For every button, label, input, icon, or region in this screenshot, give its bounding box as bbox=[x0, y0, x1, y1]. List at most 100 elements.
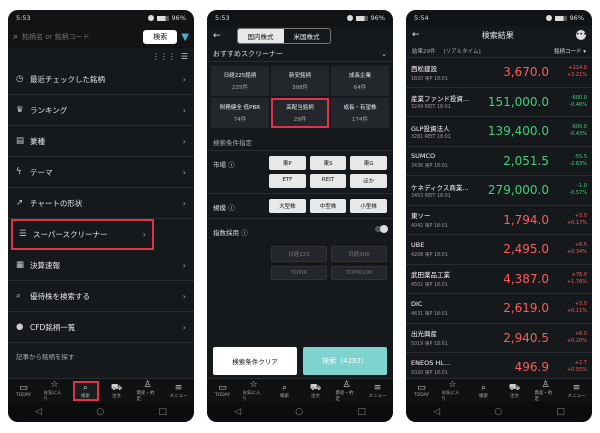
back-nav-icon[interactable]: ◁ bbox=[35, 407, 42, 417]
screener-card[interactable]: 成長企業 64件 bbox=[331, 66, 389, 96]
stock-name: 産業ファンド投資... bbox=[411, 95, 470, 104]
screener-count: 29件 bbox=[293, 117, 307, 123]
result-row[interactable]: GLP投資法人 3281 REIT 18:01 139,400.0 -600.0 -0.… bbox=[406, 117, 592, 147]
search-button[interactable]: 検索 bbox=[143, 30, 178, 44]
menu-item[interactable]: ◷ 最近チェックした銘柄 › bbox=[8, 64, 194, 95]
recent-nav-icon[interactable]: □ bbox=[556, 407, 565, 417]
nav-item[interactable]: ⛟ 注文 bbox=[106, 383, 128, 399]
nav-item-label: TODAY bbox=[214, 393, 231, 398]
recent-nav-icon[interactable]: □ bbox=[357, 407, 366, 417]
filter-chip[interactable]: 東G bbox=[350, 156, 387, 170]
filter-chip[interactable]: 大型株 bbox=[269, 199, 306, 213]
back-nav-icon[interactable]: ◁ bbox=[234, 407, 241, 417]
filter-chip[interactable]: 東P bbox=[269, 156, 306, 170]
nav-item[interactable]: ▭ TODAY bbox=[13, 383, 35, 398]
filter-chip[interactable]: 中型株 bbox=[309, 199, 347, 213]
nav-item[interactable]: ≡ メニュー bbox=[168, 383, 190, 399]
result-row[interactable]: SUMCO 3436 東P 18:01 2,051.5 -55.5 -2.63% bbox=[406, 147, 592, 176]
back-nav-icon[interactable]: ◁ bbox=[433, 407, 440, 417]
screener-card[interactable]: 新安銘柄 398件 bbox=[271, 66, 329, 96]
result-row[interactable]: ケネディクス商業... 3453 REIT 18:01 279,000.0 -1.0-… bbox=[406, 176, 592, 206]
menu-item-label: 最近チェックした銘柄 bbox=[30, 74, 105, 84]
stock-code: 5020 東P 18:01 bbox=[411, 370, 448, 376]
result-row[interactable]: 武田薬品工業 4502 東P 18:01 4,387.0 +76.0 +1.76% bbox=[406, 265, 592, 294]
result-row[interactable]: 出光興産 5019 東P 18:01 2,940.5 +6.0 +0.20% bbox=[406, 324, 592, 353]
menu-item[interactable]: ● CFD銘柄一覧 › bbox=[8, 312, 194, 343]
menu-item[interactable]: ↗ チャートの形状 › bbox=[8, 188, 194, 219]
notification-icon bbox=[545, 15, 552, 21]
nav-item[interactable]: ⛟ 注文 bbox=[504, 383, 526, 399]
menu-item[interactable]: ☰ スーパースクリーナー › bbox=[11, 219, 154, 250]
nav-item[interactable]: ☆ お気に入り bbox=[44, 380, 66, 402]
info-icon[interactable]: ⓘ bbox=[241, 229, 248, 237]
filter-chip[interactable]: 小型株 bbox=[350, 199, 387, 213]
nav-item[interactable]: ≡ メニュー bbox=[367, 383, 389, 399]
clear-conditions-button[interactable]: 検索条件クリア bbox=[213, 347, 297, 375]
result-row[interactable]: 西松建設 1820 東P 18:01 3,670.0 +114.0 +3.21% bbox=[406, 58, 592, 88]
grid-view-icon[interactable]: ⋮⋮⋮ bbox=[152, 52, 176, 61]
result-row[interactable]: 産業ファンド投資... 3249 REIT 18:01 151,000.0 -600.… bbox=[406, 88, 592, 117]
home-nav-icon[interactable]: ○ bbox=[494, 407, 502, 417]
home-nav-icon[interactable]: ○ bbox=[96, 407, 104, 417]
nav-item[interactable]: ♙ 資産・約定 bbox=[535, 380, 557, 402]
system-nav: ◁ ○ □ bbox=[8, 402, 194, 422]
index-toggle[interactable] bbox=[375, 225, 388, 233]
back-arrow-icon[interactable]: ← bbox=[213, 31, 221, 41]
nav-item-label: 検索 bbox=[81, 393, 90, 399]
filter-chip[interactable]: ETF bbox=[269, 174, 306, 188]
tab-domestic[interactable]: 国内株式 bbox=[237, 29, 284, 43]
menu-item-label: 業種 bbox=[30, 136, 45, 146]
recommended-screener-title[interactable]: おすすめスクリーナー ⌄ bbox=[207, 46, 393, 62]
bottom-nav: ▭ TODAY ☆ お気に入り ⌕ 検索 ⛟ 注文 ♙ 資産・約定 ≡ メニュー bbox=[406, 378, 592, 402]
menu-item[interactable]: ⌕ 優待株を検索する › bbox=[8, 281, 194, 312]
filter-chip[interactable]: REIT bbox=[309, 174, 347, 188]
nav-item[interactable]: ☆ お気に入り bbox=[442, 380, 464, 402]
back-arrow-icon[interactable]: ← bbox=[412, 30, 420, 40]
nav-item[interactable]: ▭ TODAY bbox=[411, 383, 433, 398]
tab-us[interactable]: 米国株式 bbox=[284, 29, 330, 43]
nav-item[interactable]: ⌕ 検索 bbox=[473, 383, 495, 399]
nav-item[interactable]: ⌕ 検索 bbox=[274, 383, 296, 399]
more-options-icon[interactable]: ••• bbox=[575, 30, 587, 40]
stock-price: 151,000.0 bbox=[487, 94, 549, 109]
battery-level: 96% bbox=[171, 14, 186, 22]
result-row[interactable]: 東ソー 4042 東P 18:01 1,794.0 +3.0 +0.17% bbox=[406, 206, 592, 235]
nav-item-label: 注文 bbox=[311, 393, 320, 399]
info-icon[interactable]: ⓘ bbox=[228, 161, 235, 169]
info-icon[interactable]: ⓘ bbox=[228, 204, 235, 212]
run-search-button[interactable]: 検索（4282） bbox=[303, 347, 387, 375]
filter-chip[interactable]: 日経225 bbox=[271, 246, 327, 262]
recent-nav-icon[interactable]: □ bbox=[158, 407, 167, 417]
screener-card[interactable]: 日経225銘柄 225件 bbox=[211, 66, 269, 96]
screener-card[interactable]: 高配当銘柄 29件 bbox=[271, 98, 329, 128]
filter-chip[interactable]: 日経300 bbox=[331, 246, 387, 262]
menu-item[interactable]: ▤ 業種 › bbox=[8, 126, 194, 157]
filter-chip[interactable]: ほか bbox=[350, 174, 387, 188]
bottom-nav: ▭ TODAY ☆ お気に入り ⌕ 検索 ⛟ 注文 ♙ 資産・約定 ≡ メニュー bbox=[8, 378, 194, 402]
home-nav-icon[interactable]: ○ bbox=[295, 407, 303, 417]
result-row[interactable]: UBE 4208 東P 18:01 2,495.0 +8.5 +0.34% bbox=[406, 235, 592, 265]
menu-item[interactable]: ♛ ランキング › bbox=[8, 95, 194, 126]
filter-chip[interactable]: TOPIX bbox=[271, 266, 327, 280]
menu-item[interactable]: ▦ 決算速報 › bbox=[8, 250, 194, 281]
result-row[interactable]: DIC 4631 東P 18:01 2,619.0 +3.0 +0.11% bbox=[406, 294, 592, 324]
results-list: 西松建設 1820 東P 18:01 3,670.0 +114.0 +3.21% 産業ファ… bbox=[406, 58, 592, 388]
sort-dropdown[interactable]: 銘柄コード ▾ bbox=[554, 47, 586, 55]
screener-card[interactable]: 成長・有望株 174件 bbox=[331, 98, 389, 128]
screener-card[interactable]: 財務健全 低PBR 74件 bbox=[211, 98, 269, 128]
nav-item[interactable]: ⌕ 検索 bbox=[72, 380, 99, 401]
nav-item[interactable]: ♙ 資産・約定 bbox=[137, 380, 159, 402]
filter-icon[interactable]: ▼ bbox=[181, 32, 189, 43]
nav-item[interactable]: ≡ メニュー bbox=[566, 383, 588, 399]
list-view-icon[interactable]: ☰ bbox=[181, 52, 188, 61]
nav-item[interactable]: ▭ TODAY bbox=[212, 383, 234, 398]
nav-item[interactable]: ☆ お気に入り bbox=[243, 380, 265, 402]
nav-item-label: メニュー bbox=[368, 393, 387, 399]
nav-item[interactable]: ♙ 資産・約定 bbox=[336, 380, 358, 402]
article-search-link[interactable]: 記事から銘柄を探す bbox=[8, 343, 194, 361]
search-input[interactable] bbox=[22, 29, 140, 45]
filter-chip[interactable]: 東S bbox=[309, 156, 347, 170]
nav-item[interactable]: ⛟ 注文 bbox=[305, 383, 327, 399]
filter-chip[interactable]: TOPIX100 bbox=[331, 266, 387, 280]
menu-item[interactable]: ϟ テーマ › bbox=[8, 157, 194, 188]
